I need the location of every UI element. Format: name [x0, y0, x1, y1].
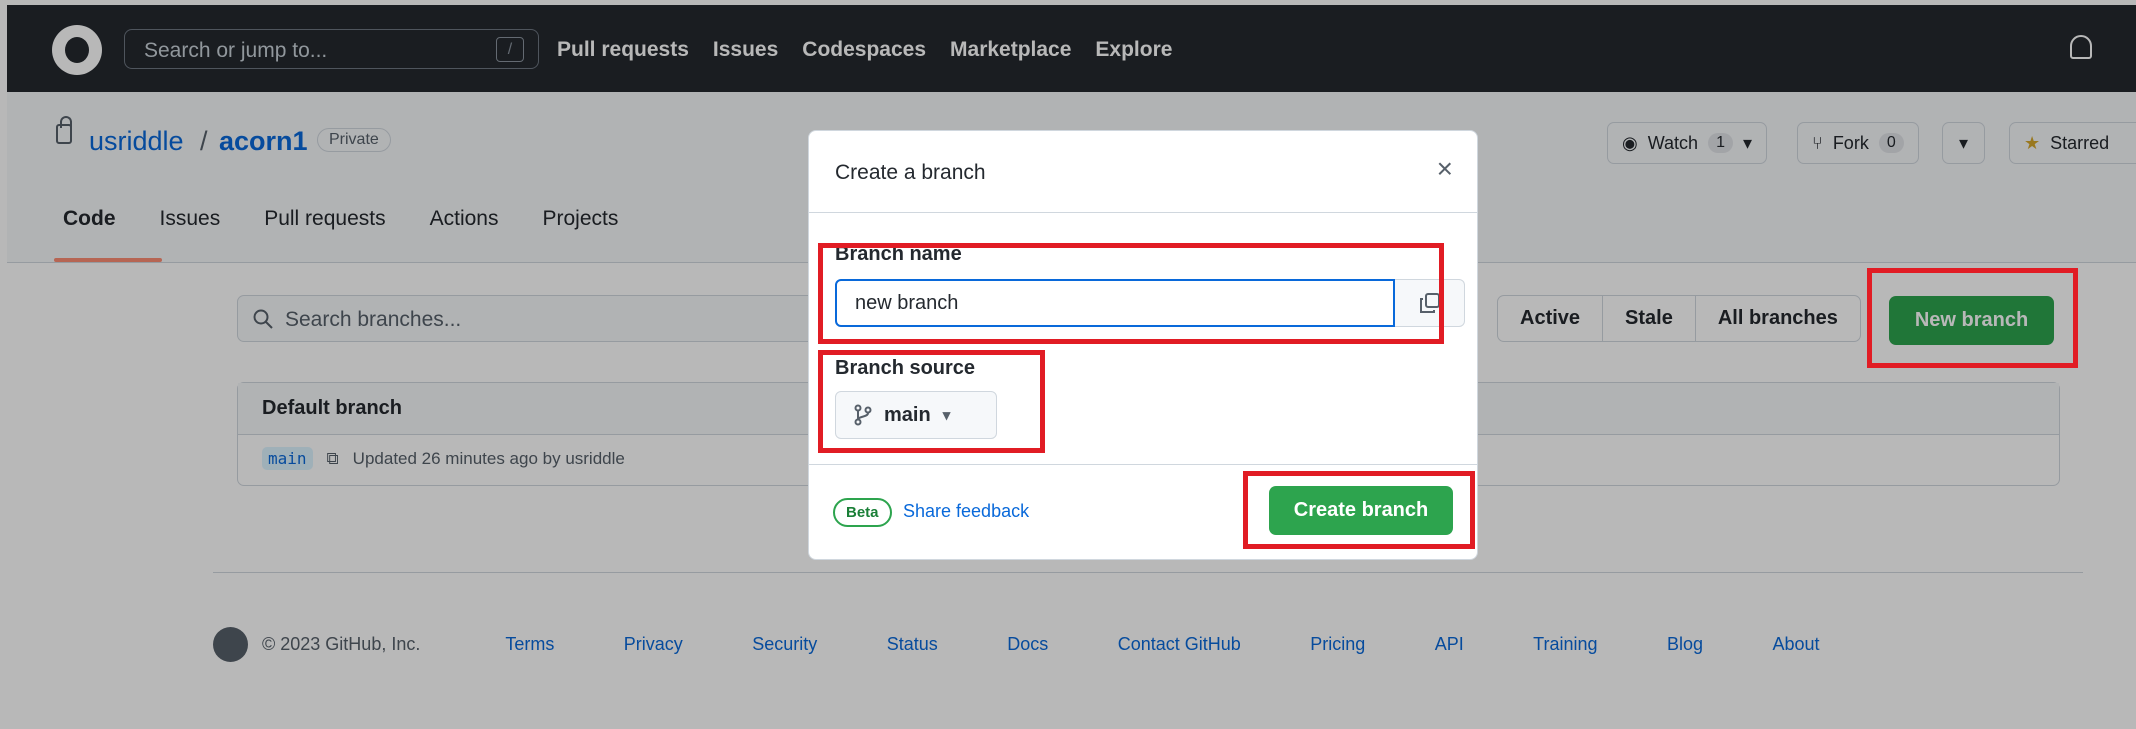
- branch-source-select[interactable]: main ▾: [835, 391, 997, 439]
- dialog-title: Create a branch: [835, 161, 986, 184]
- create-branch-button[interactable]: Create branch: [1269, 486, 1453, 535]
- chevron-down-icon: ▾: [942, 407, 951, 424]
- branch-name-input[interactable]: [835, 279, 1395, 327]
- beta-badge: Beta: [833, 498, 892, 527]
- branch-source-value: main: [884, 403, 931, 426]
- copy-branch-name-button[interactable]: [1395, 279, 1465, 327]
- copy-icon: [1419, 293, 1440, 313]
- dialog-footer-divider: [809, 464, 1477, 465]
- branch-name-field-group: [835, 279, 1465, 327]
- create-branch-dialog: Create a branch × Branch name Branch sou…: [808, 130, 1478, 560]
- branch-source-label: Branch source: [835, 357, 976, 379]
- branch-name-label: Branch name: [835, 243, 962, 265]
- dialog-divider: [809, 212, 1477, 213]
- close-icon[interactable]: ×: [1437, 153, 1453, 185]
- share-feedback-link[interactable]: Share feedback: [903, 501, 1029, 522]
- git-branch-icon: [854, 404, 872, 426]
